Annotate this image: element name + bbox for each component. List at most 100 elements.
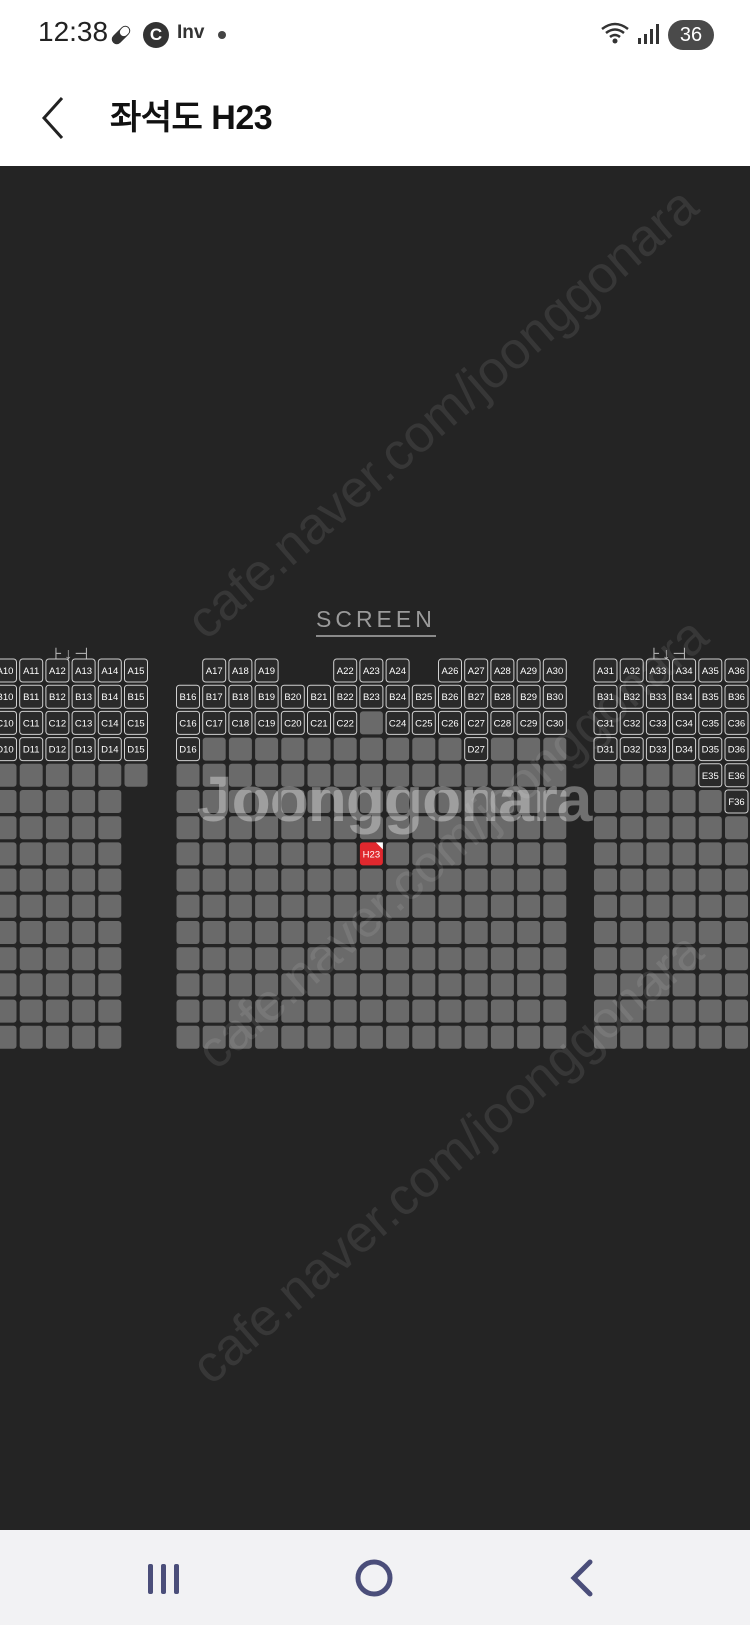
seat[interactable] [698, 790, 722, 813]
seat-C22[interactable]: C22 [333, 710, 358, 735]
seat[interactable] [725, 842, 748, 866]
seat[interactable] [255, 737, 279, 761]
seat[interactable] [98, 921, 122, 944]
seat-A27[interactable]: A27 [464, 658, 489, 683]
seat[interactable] [72, 894, 96, 918]
seat[interactable] [176, 921, 200, 944]
seat[interactable] [464, 947, 488, 971]
seat-F36[interactable]: F36 [724, 789, 749, 814]
seat[interactable] [594, 894, 617, 918]
seat-D34[interactable]: D34 [672, 737, 697, 762]
seat[interactable] [672, 999, 696, 1023]
seat[interactable] [202, 868, 226, 892]
seat[interactable] [438, 1025, 462, 1049]
seat-A22[interactable]: A22 [333, 658, 358, 683]
seat[interactable] [438, 947, 462, 971]
seat[interactable] [45, 1025, 69, 1049]
seat-D27[interactable]: D27 [464, 737, 489, 762]
seat[interactable] [176, 894, 200, 918]
seat[interactable] [543, 973, 567, 997]
seat[interactable] [620, 842, 644, 866]
seat[interactable] [333, 999, 357, 1023]
seat[interactable] [72, 790, 96, 813]
seat-B30[interactable]: B30 [542, 684, 567, 709]
seat-A10[interactable]: A10 [0, 658, 17, 683]
seat-D15[interactable]: D15 [124, 737, 148, 762]
seat[interactable] [228, 921, 252, 944]
seat[interactable] [594, 842, 617, 866]
seat[interactable] [646, 763, 670, 787]
seat[interactable] [176, 999, 200, 1023]
seat-C36[interactable]: C36 [724, 710, 749, 735]
seat-C12[interactable]: C12 [45, 710, 70, 735]
seat[interactable] [698, 816, 722, 840]
seat[interactable] [646, 790, 670, 813]
seat[interactable] [307, 737, 331, 761]
seat-C21[interactable]: C21 [307, 710, 331, 735]
seat-C20[interactable]: C20 [280, 710, 305, 735]
seat[interactable] [202, 921, 226, 944]
seat-C28[interactable]: C28 [490, 710, 515, 735]
seat[interactable] [359, 973, 383, 997]
seat[interactable] [45, 868, 69, 892]
seat[interactable] [98, 868, 122, 892]
seat[interactable] [19, 842, 43, 866]
seat[interactable] [464, 921, 488, 944]
seat[interactable] [19, 894, 43, 918]
seat[interactable] [45, 763, 69, 787]
seat[interactable] [228, 842, 252, 866]
seat[interactable] [412, 921, 436, 944]
seat[interactable] [281, 737, 305, 761]
seat[interactable] [594, 763, 617, 787]
seat[interactable] [725, 921, 748, 944]
seat[interactable] [72, 999, 96, 1023]
seat[interactable] [672, 790, 696, 813]
seat-A28[interactable]: A28 [490, 658, 515, 683]
seat[interactable] [45, 842, 69, 866]
seat[interactable] [0, 763, 17, 787]
seat[interactable] [412, 999, 436, 1023]
seat-C15[interactable]: C15 [124, 710, 148, 735]
seat[interactable] [438, 973, 462, 997]
seat[interactable] [228, 947, 252, 971]
seat[interactable] [72, 973, 96, 997]
seat-D13[interactable]: D13 [71, 737, 96, 762]
seat[interactable] [19, 816, 43, 840]
seat[interactable] [0, 999, 17, 1023]
seat[interactable] [725, 816, 748, 840]
seat[interactable] [202, 842, 226, 866]
seat[interactable] [672, 894, 696, 918]
seat[interactable] [672, 763, 696, 787]
seat[interactable] [98, 1025, 122, 1049]
seat[interactable] [543, 947, 567, 971]
seat-C19[interactable]: C19 [254, 710, 279, 735]
seat-C13[interactable]: C13 [71, 710, 96, 735]
seat[interactable] [202, 973, 226, 997]
seat[interactable] [490, 973, 514, 997]
seat[interactable] [386, 999, 410, 1023]
seat-A19[interactable]: A19 [254, 658, 279, 683]
seat[interactable] [281, 1025, 305, 1049]
seat[interactable] [45, 999, 69, 1023]
seat[interactable] [672, 842, 696, 866]
seat-C18[interactable]: C18 [228, 710, 253, 735]
seat-C16[interactable]: C16 [176, 710, 200, 735]
seat[interactable] [490, 894, 514, 918]
seat[interactable] [438, 894, 462, 918]
seat[interactable] [517, 947, 541, 971]
seat-B12[interactable]: B12 [45, 684, 70, 709]
seat[interactable] [543, 894, 567, 918]
seat[interactable] [98, 763, 122, 787]
seat-A23[interactable]: A23 [359, 658, 384, 683]
seat-B20[interactable]: B20 [280, 684, 305, 709]
seat[interactable] [517, 842, 541, 866]
seat[interactable] [228, 737, 252, 761]
seat[interactable] [725, 999, 748, 1023]
seat[interactable] [72, 816, 96, 840]
seat[interactable] [698, 842, 722, 866]
seat-E35[interactable]: E35 [698, 763, 723, 788]
seat[interactable] [517, 868, 541, 892]
seat[interactable] [45, 816, 69, 840]
seat[interactable] [98, 947, 122, 971]
seat-A14[interactable]: A14 [97, 658, 122, 683]
